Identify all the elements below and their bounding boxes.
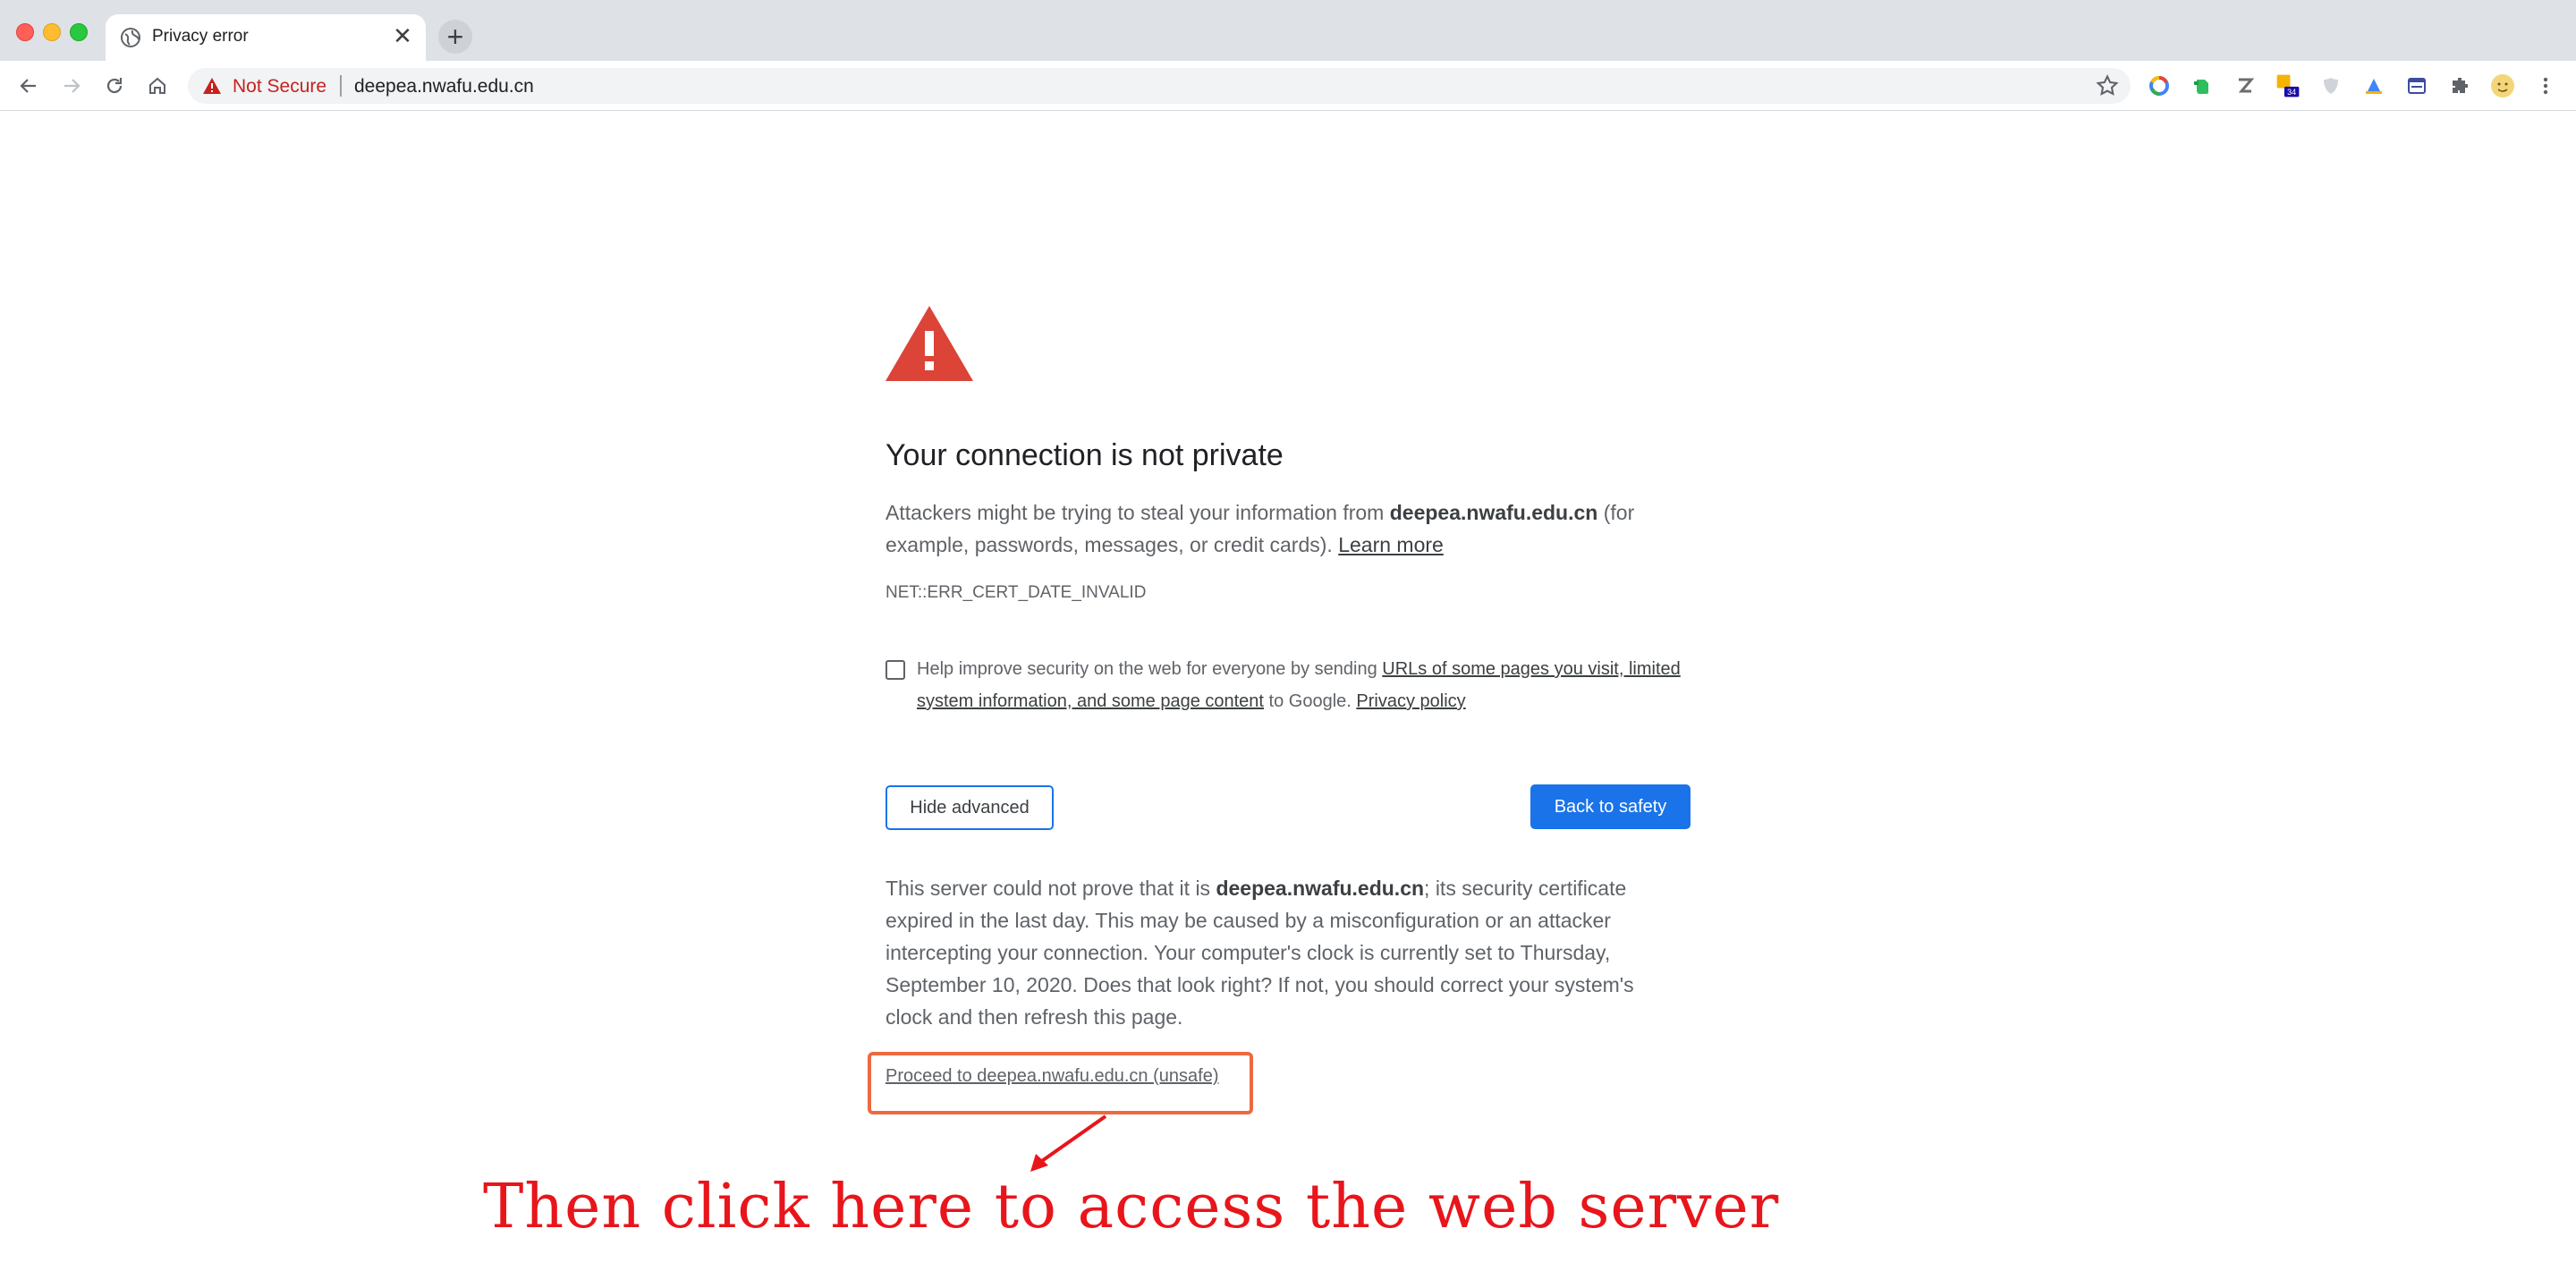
help-text-middle: to Google. bbox=[1264, 691, 1357, 711]
home-icon[interactable] bbox=[141, 70, 174, 102]
warning-triangle-icon bbox=[886, 306, 973, 381]
help-improve-checkbox[interactable] bbox=[886, 660, 905, 680]
tab-title: Privacy error bbox=[152, 27, 249, 46]
zotero-extension-icon[interactable] bbox=[2233, 73, 2258, 98]
omnibox-divider bbox=[340, 75, 342, 97]
calendar-extension-icon[interactable]: 34 bbox=[2275, 73, 2301, 98]
back-to-safety-button[interactable]: Back to safety bbox=[1530, 784, 1690, 829]
shield-extension-icon[interactable] bbox=[2318, 73, 2343, 98]
back-icon[interactable] bbox=[13, 70, 45, 102]
menu-icon[interactable] bbox=[2533, 73, 2558, 98]
learn-more-link[interactable]: Learn more bbox=[1338, 533, 1444, 556]
maximize-window-button[interactable] bbox=[70, 23, 88, 41]
star-icon[interactable] bbox=[2095, 73, 2120, 98]
intro-domain: deepea.nwafu.edu.cn bbox=[1389, 501, 1598, 524]
details-paragraph: This server could not prove that it is d… bbox=[886, 872, 1673, 1033]
new-tab-button[interactable]: + bbox=[438, 20, 472, 54]
error-code: NET::ERR_CERT_DATE_INVALID bbox=[886, 583, 1147, 602]
annotation-arrow bbox=[1030, 1114, 1107, 1172]
warning-icon bbox=[203, 78, 221, 94]
help-improve-text: Help improve security on the web for eve… bbox=[917, 653, 1695, 717]
proceed-unsafe-link[interactable]: Proceed to deepea.nwafu.edu.cn (unsafe) bbox=[886, 1066, 1218, 1087]
intro-paragraph: Attackers might be trying to steal your … bbox=[886, 496, 1682, 561]
url-text[interactable]: deepea.nwafu.edu.cn bbox=[354, 76, 534, 97]
tab-close-icon[interactable]: ✕ bbox=[390, 23, 415, 48]
evernote-extension-icon[interactable] bbox=[2190, 73, 2215, 98]
window-extension-icon[interactable] bbox=[2404, 73, 2429, 98]
close-window-button[interactable] bbox=[16, 23, 34, 41]
page-title: Your connection is not private bbox=[886, 438, 1284, 472]
active-tab[interactable]: Privacy error ✕ bbox=[106, 14, 426, 61]
details-text: This server could not prove that it is bbox=[886, 877, 1216, 900]
profile-avatar[interactable] bbox=[2490, 73, 2515, 98]
address-bar[interactable]: Not Secure deepea.nwafu.edu.cn bbox=[188, 68, 2131, 104]
browser-toolbar: Not Secure deepea.nwafu.edu.cn 34 bbox=[0, 61, 2576, 111]
hide-advanced-button[interactable]: Hide advanced bbox=[886, 785, 1054, 830]
tab-strip: Privacy error ✕ + bbox=[0, 0, 2576, 61]
forward-icon[interactable] bbox=[55, 70, 88, 102]
google-extension-icon[interactable] bbox=[2147, 73, 2172, 98]
reload-icon[interactable] bbox=[98, 70, 131, 102]
privacy-policy-link[interactable]: Privacy policy bbox=[1356, 691, 1465, 711]
help-text-before: Help improve security on the web for eve… bbox=[917, 659, 1383, 679]
details-domain: deepea.nwafu.edu.cn bbox=[1216, 877, 1425, 900]
extension-badge: 34 bbox=[2287, 88, 2296, 97]
minimize-window-button[interactable] bbox=[43, 23, 61, 41]
annotation-caption: Then click here to access the web server bbox=[483, 1172, 1780, 1242]
globe-icon bbox=[121, 28, 140, 47]
intro-text: Attackers might be trying to steal your … bbox=[886, 501, 1390, 524]
translate-extension-icon[interactable] bbox=[2361, 73, 2386, 98]
security-status[interactable]: Not Secure bbox=[233, 76, 326, 97]
extensions-icon[interactable] bbox=[2447, 73, 2472, 98]
